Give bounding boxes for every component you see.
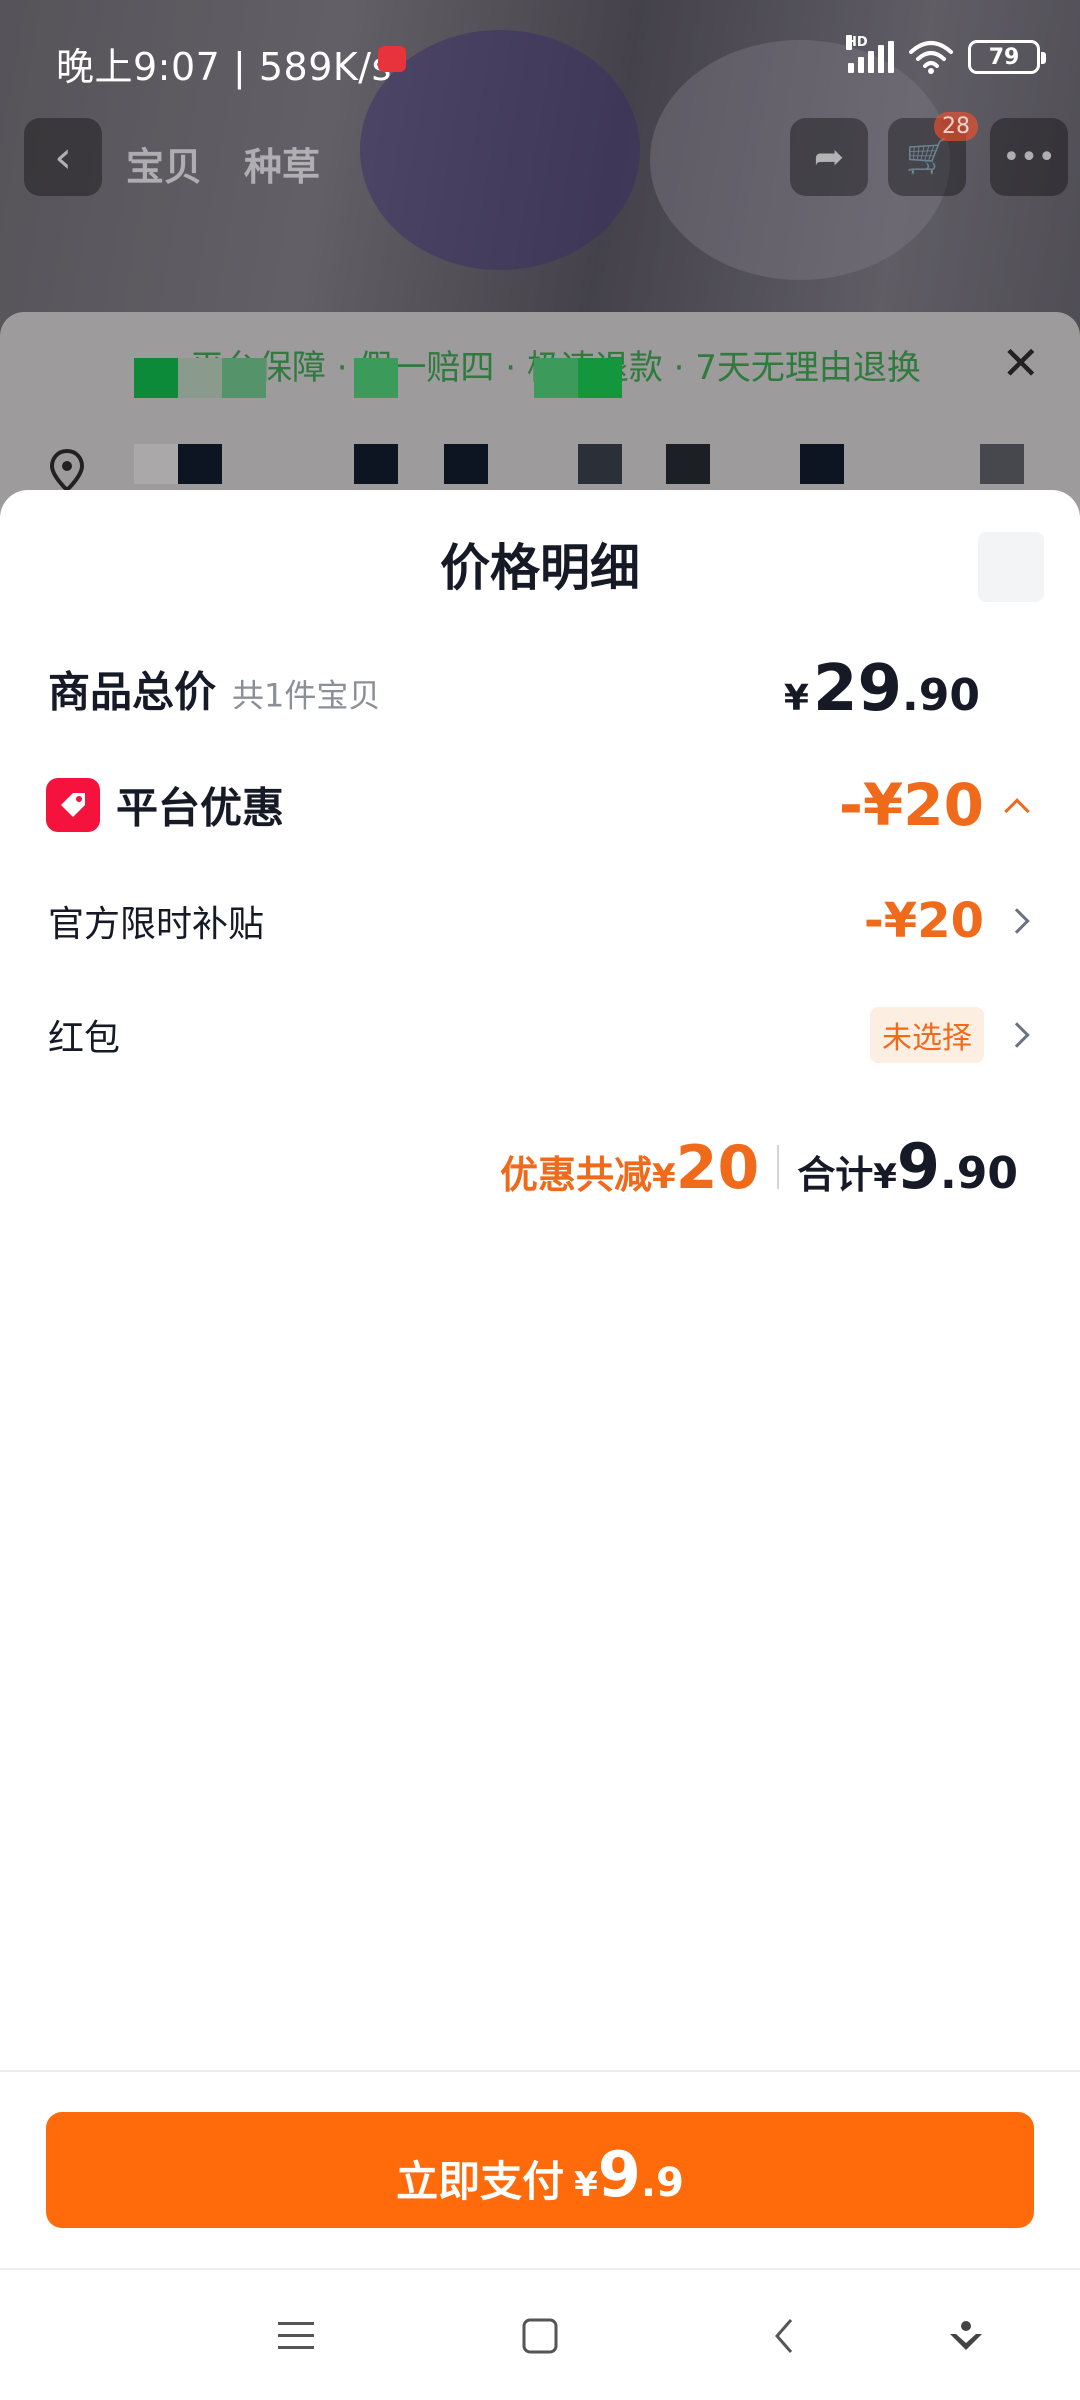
- back-nav-button[interactable]: [760, 2312, 808, 2360]
- sku-thumb: [354, 444, 398, 484]
- cart-button[interactable]: 🛒 28: [888, 112, 978, 196]
- sku-swatch: [222, 358, 266, 398]
- battery-level: 79: [988, 44, 1020, 70]
- chevron-right-icon: [1004, 1022, 1030, 1048]
- cart-count-badge: 28: [934, 112, 978, 141]
- panel-corner-placeholder: [978, 532, 1044, 602]
- official-subsidy-value: -¥20: [863, 893, 1030, 949]
- goods-total-label: 商品总价: [48, 667, 217, 717]
- more-icon: •••: [1002, 139, 1056, 175]
- grand-total-decimal: .90: [940, 1148, 1018, 1199]
- sku-thumb: [666, 444, 710, 484]
- tab-recommend[interactable]: 种草: [244, 136, 320, 191]
- footer-divider: [0, 2070, 1080, 2072]
- sku-thumb: [134, 444, 178, 484]
- status-icons: HD 79: [846, 35, 1046, 74]
- official-subsidy-label: 官方限时补贴: [48, 904, 265, 945]
- hd-label: HD: [846, 35, 868, 50]
- status-clock: 晚上9:07: [56, 45, 221, 89]
- item-count: 共1件宝贝: [232, 676, 381, 715]
- official-subsidy-row[interactable]: 官方限时补贴 -¥20: [0, 876, 1080, 966]
- red-packet-value: 未选择: [870, 1007, 1030, 1063]
- status-bar: 晚上9:07 | 589K/s HD 79: [0, 0, 1080, 96]
- share-icon: ➦: [813, 136, 845, 178]
- grand-total-integer: 9: [896, 1130, 941, 1203]
- back-button[interactable]: ‹: [24, 118, 102, 196]
- more-button[interactable]: •••: [990, 118, 1068, 196]
- grand-total-currency: ¥: [873, 1157, 897, 1197]
- wifi-icon: [909, 41, 953, 74]
- pay-button-label: 立即支付: [396, 2157, 565, 2206]
- discount-total-label: 优惠共减: [500, 1153, 653, 1197]
- sku-swatch: [178, 358, 222, 398]
- goods-total-amount: ¥29.90: [784, 652, 980, 726]
- sku-swatch: [354, 358, 398, 398]
- panel-title: 价格明细: [440, 539, 640, 597]
- discount-total-amount: 20: [675, 1133, 760, 1203]
- price-integer: 29: [812, 652, 903, 726]
- menu-icon: [278, 2322, 314, 2349]
- status-separator: |: [232, 45, 247, 89]
- grand-total-label: 合计: [797, 1153, 874, 1197]
- sku-swatch: [134, 358, 178, 398]
- home-nav-button[interactable]: [516, 2312, 564, 2360]
- tab-baby[interactable]: 宝贝: [126, 136, 202, 191]
- platform-discount-row[interactable]: 平台优惠 -¥20: [0, 760, 1080, 850]
- sku-thumb: [578, 444, 622, 484]
- pay-amount-decimal: .9: [640, 2160, 684, 2206]
- red-packet-row[interactable]: 红包 未选择: [0, 990, 1080, 1080]
- goods-total-row: 商品总价 共1件宝贝 ¥29.90: [0, 644, 1080, 734]
- platform-discount-label: 平台优惠: [116, 783, 285, 833]
- home-square-icon: [522, 2318, 558, 2354]
- currency-symbol: ¥: [783, 678, 809, 719]
- back-arrow-icon: ‹: [54, 131, 72, 183]
- goods-total-price: ¥29.90: [784, 652, 980, 726]
- location-pin-icon: [49, 448, 85, 493]
- sku-thumb: [980, 444, 1024, 484]
- chevron-up-icon[interactable]: [1004, 798, 1030, 824]
- official-subsidy-amount: -¥20: [863, 893, 984, 949]
- price-summary: 优惠共减 ¥ 20 合计 ¥ 9 .90: [500, 1130, 1018, 1203]
- menu-nav-button[interactable]: [272, 2312, 320, 2360]
- price-detail-panel: 价格明细 商品总价共1件宝贝 ¥29.90 平台优惠 -¥20 官方限时补贴: [0, 490, 1080, 2400]
- product-nav-bar: ‹ 宝贝 种草 ➦ 🛒 28 •••: [0, 112, 1080, 198]
- assistant-nav-button[interactable]: [942, 2312, 990, 2360]
- summary-divider: [777, 1144, 780, 1189]
- goods-total-label-group: 商品总价 共1件宝贝: [48, 659, 380, 720]
- pay-now-button[interactable]: 立即支付 ¥ 9 .9: [46, 2112, 1034, 2228]
- discount-currency: ¥: [652, 1157, 676, 1197]
- red-packet-label: 红包: [48, 1018, 121, 1059]
- sku-swatch: [578, 358, 622, 398]
- signal-icon: HD: [846, 35, 894, 73]
- product-tabs: 宝贝 种草: [126, 136, 320, 191]
- assistant-icon: [950, 2321, 982, 2350]
- close-icon[interactable]: ✕: [1001, 336, 1040, 390]
- cart-icon: 🛒: [905, 137, 949, 177]
- sku-thumb: [178, 444, 222, 484]
- sku-thumb: [800, 444, 844, 484]
- sku-swatch: [534, 358, 578, 398]
- pay-amount-integer: 9: [597, 2138, 641, 2211]
- share-button[interactable]: ➦: [790, 118, 868, 196]
- platform-discount-amount: -¥20: [838, 771, 984, 839]
- status-time: 晚上9:07 | 589K/s: [56, 36, 392, 91]
- price-decimal: .90: [902, 670, 980, 721]
- coupon-tag-icon: [46, 778, 100, 832]
- red-packet-status-badge: 未选择: [870, 1007, 984, 1063]
- sku-thumb: [444, 444, 488, 484]
- network-speed: 589K/s: [258, 45, 392, 89]
- back-chevron-icon: [775, 2319, 793, 2353]
- platform-discount-value: -¥20: [838, 771, 1030, 839]
- pay-currency: ¥: [574, 2165, 598, 2205]
- system-nav-bar: [0, 2268, 1080, 2400]
- battery-icon: 79: [968, 40, 1046, 74]
- notification-app-icon: [378, 46, 406, 72]
- chevron-right-icon: [1004, 908, 1030, 934]
